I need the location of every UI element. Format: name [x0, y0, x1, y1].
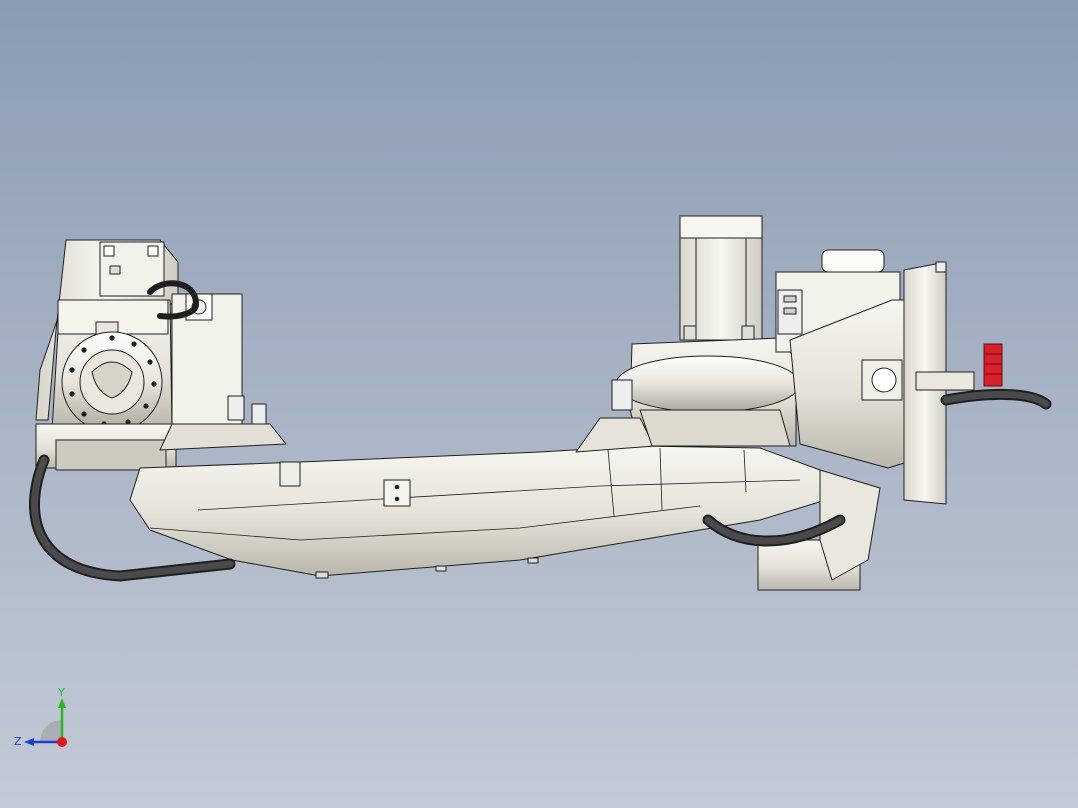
- orientation-triad[interactable]: Y Z: [12, 684, 82, 754]
- x-axis-dot-icon: [57, 737, 67, 747]
- y-axis-label: Y: [57, 686, 65, 699]
- main-arm-link: [129, 445, 827, 579]
- red-handle: [983, 343, 1003, 387]
- z-axis-label: Z: [14, 735, 22, 748]
- left-motor-housing: [35, 239, 179, 471]
- robot-arm-model[interactable]: [0, 0, 1078, 808]
- vertical-motor: [679, 215, 763, 341]
- cad-viewport[interactable]: Y Z: [0, 0, 1078, 808]
- z-axis-arrow-icon: [24, 738, 34, 746]
- y-axis-arrow-icon: [58, 698, 66, 708]
- shoulder-base: [575, 337, 801, 453]
